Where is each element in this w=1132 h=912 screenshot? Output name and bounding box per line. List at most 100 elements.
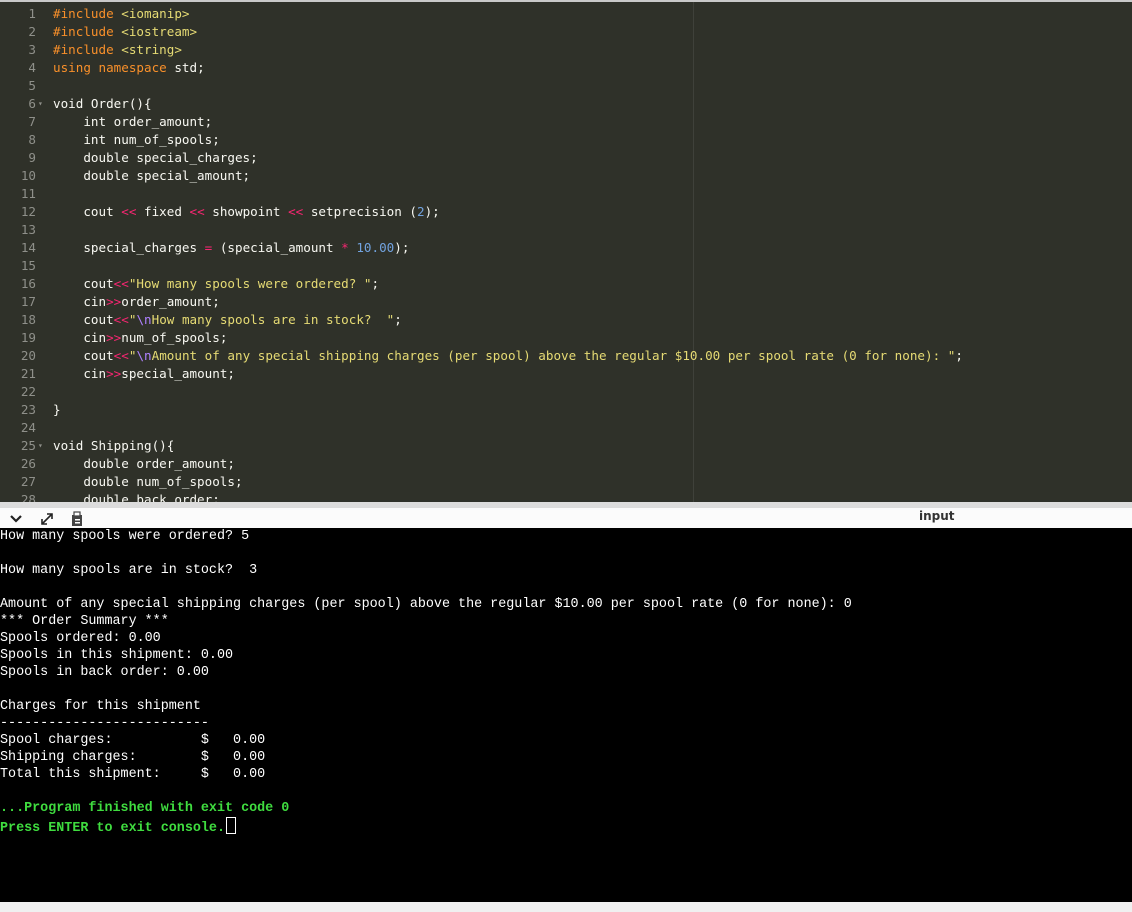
console-line-text: -------------------------- [0, 716, 209, 731]
code-token: } [53, 402, 61, 417]
code-token: << [113, 276, 129, 291]
code-line[interactable]: 17 cin>>order_amount; [0, 293, 1132, 311]
console-line: Total this shipment: $ 0.00 [0, 766, 265, 783]
code-line[interactable]: 27 double num_of_spools; [0, 473, 1132, 491]
console-line-text: Spools ordered: 0.00 [0, 631, 161, 646]
code-token: 10.00 [356, 240, 395, 255]
code-token: int num_of_spools; [53, 132, 220, 147]
line-number: 14 [20, 240, 36, 255]
code-editor[interactable]: 1 #include <iomanip> 2 #include <iostream> 3… [0, 0, 1132, 502]
code-token: ; [371, 276, 380, 291]
code-line[interactable]: 3 #include <string> [0, 41, 1132, 59]
code-line[interactable]: 5 [0, 77, 1132, 95]
code-line[interactable]: 24 [0, 419, 1132, 437]
clipboard-icon[interactable] [68, 510, 86, 528]
code-line[interactable]: 7 int order_amount; [0, 113, 1132, 131]
console-line: Spools ordered: 0.00 [0, 630, 161, 647]
code-token: #include [53, 6, 122, 21]
line-number: 7 [28, 114, 36, 129]
code-token: cout [53, 312, 114, 327]
code-line[interactable]: 12 cout << fixed << showpoint << setprec… [0, 203, 1132, 221]
fold-arrow-icon[interactable]: ▾ [38, 95, 43, 113]
line-number: 11 [20, 186, 36, 201]
code-text: double num_of_spools; [53, 473, 243, 491]
console-line: Amount of any special shipping charges (… [0, 596, 852, 613]
code-token: order_amount; [121, 294, 220, 309]
code-token: ); [424, 204, 440, 219]
line-number: 12 [20, 204, 36, 219]
code-token: << [288, 204, 304, 219]
line-number: 1 [28, 6, 36, 21]
code-token: 2 [416, 204, 425, 219]
code-text: cout<<"How many spools were ordered? "; [53, 275, 379, 293]
code-line[interactable]: 23} [0, 401, 1132, 419]
code-token: * [341, 240, 349, 255]
console-line: *** Order Summary *** [0, 613, 169, 630]
code-line[interactable]: 4 using namespace std; [0, 59, 1132, 77]
code-line[interactable]: 8 int num_of_spools; [0, 131, 1132, 149]
code-line[interactable]: 25 ▾ void Shipping(){ [0, 437, 1132, 455]
code-line[interactable]: 11 [0, 185, 1132, 203]
code-token: cin [53, 366, 107, 381]
console-bottom-bar [0, 902, 1132, 912]
code-line[interactable]: 1 #include <iomanip> [0, 5, 1132, 23]
code-line[interactable]: 2 #include <iostream> [0, 23, 1132, 41]
code-line[interactable]: 9 double special_charges; [0, 149, 1132, 167]
code-text: int num_of_spools; [53, 131, 220, 149]
code-token: cin [53, 294, 107, 309]
text-cursor[interactable] [226, 817, 236, 834]
code-token: (special_amount [212, 240, 342, 255]
code-text: cin>>special_amount; [53, 365, 235, 383]
line-number: 23 [20, 402, 36, 417]
console-line: Spool charges: $ 0.00 [0, 732, 265, 749]
code-text: special_charges = (special_amount * 10.0… [53, 239, 409, 257]
code-line[interactable]: 22 [0, 383, 1132, 401]
console-line-text: How many spools were ordered? 5 [0, 529, 250, 544]
code-line[interactable]: 21 cin>>special_amount; [0, 365, 1132, 383]
code-token: double num_of_spools; [53, 474, 243, 489]
code-token: "How many spools were ordered? " [128, 276, 372, 291]
code-text: double special_charges; [53, 149, 257, 167]
code-line[interactable]: 10 double special_amount; [0, 167, 1132, 185]
code-token: void Order(){ [53, 96, 152, 111]
code-line[interactable]: 14 special_charges = (special_amount * 1… [0, 239, 1132, 257]
code-text: int order_amount; [53, 113, 212, 131]
line-number: 13 [20, 222, 36, 237]
code-line[interactable]: 26 double order_amount; [0, 455, 1132, 473]
code-line[interactable]: 18 cout<<"\nHow many spools are in stock… [0, 311, 1132, 329]
line-number: 6 [28, 96, 36, 111]
line-number: 10 [20, 168, 36, 183]
code-line[interactable]: 19 cin>>num_of_spools; [0, 329, 1132, 347]
console-line-text: Total this shipment: $ 0.00 [0, 767, 266, 782]
code-line[interactable]: 6 ▾ void Order(){ [0, 95, 1132, 113]
console-line: How many spools are in stock? 3 [0, 562, 257, 579]
code-token: cout [53, 204, 122, 219]
code-text: cin>>order_amount; [53, 293, 220, 311]
line-number: 8 [28, 132, 36, 147]
console-output[interactable]: How many spools were ordered? 5 How many … [0, 528, 1132, 902]
code-line[interactable]: 20 cout<<"\nAmount of any special shippi… [0, 347, 1132, 365]
code-text: } [53, 401, 61, 419]
line-number: 2 [28, 24, 36, 39]
code-text: cout<<"\nAmount of any special shipping … [53, 347, 963, 365]
expand-arrows-icon[interactable] [38, 510, 56, 528]
code-token: << [189, 204, 205, 219]
chevron-down-icon[interactable] [7, 510, 25, 528]
fold-arrow-icon[interactable]: ▾ [38, 437, 43, 455]
code-line[interactable]: 28 double back_order; [0, 491, 1132, 502]
line-number: 22 [20, 384, 36, 399]
console-line-text: How many spools are in stock? 3 [0, 563, 258, 578]
code-line[interactable]: 15 [0, 257, 1132, 275]
code-line[interactable]: 13 [0, 221, 1132, 239]
line-number: 9 [28, 150, 36, 165]
code-text: #include <iostream> [53, 23, 197, 41]
code-token: Amount of any special shipping charges (… [151, 348, 956, 363]
console-status-line: ...Program finished with exit code 0 [0, 800, 289, 817]
code-line[interactable]: 16 cout<<"How many spools were ordered? … [0, 275, 1132, 293]
code-token: ; [394, 312, 402, 327]
code-token: double special_amount; [53, 168, 251, 183]
console-toolbar: input [0, 502, 1132, 528]
console-line: How many spools were ordered? 5 [0, 528, 249, 545]
console-line: Spools in this shipment: 0.00 [0, 647, 233, 664]
console-line-text: Spool charges: $ 0.00 [0, 733, 266, 748]
